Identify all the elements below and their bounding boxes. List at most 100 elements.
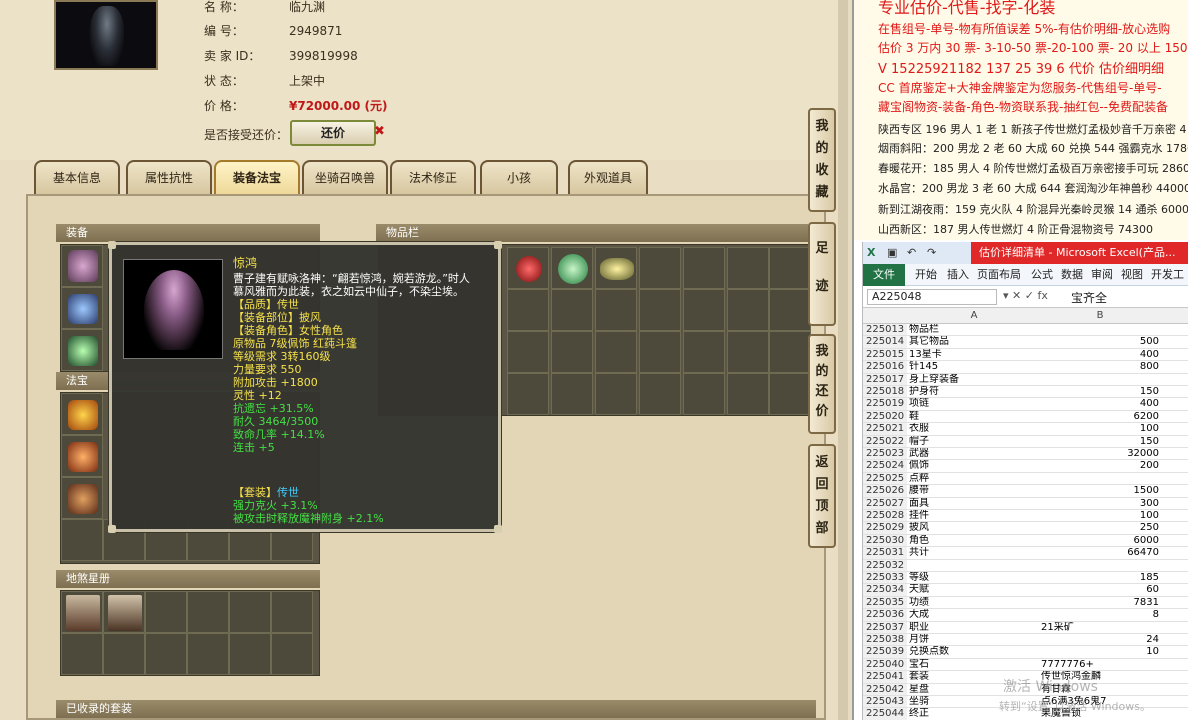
formula-input[interactable]: 宝齐全 — [1071, 289, 1107, 306]
cell-a[interactable]: 挂件 — [909, 510, 1039, 522]
menu-review[interactable]: 审阅 — [1091, 264, 1113, 286]
cell-b[interactable]: 66470 — [1041, 547, 1159, 559]
table-row[interactable]: 225015 13星卡 400 — [863, 348, 1188, 362]
cell-a[interactable]: 佩饰 — [909, 460, 1039, 472]
menu-developer[interactable]: 开发工 — [1151, 264, 1184, 286]
menu-insert[interactable]: 插入 — [947, 264, 969, 286]
inventory-slot-2[interactable] — [551, 247, 593, 289]
table-row[interactable]: 225021 衣服 100 — [863, 423, 1188, 436]
cell-a[interactable]: 职业 — [909, 622, 1039, 634]
row-number[interactable]: 225035 — [863, 596, 907, 609]
tab-spells[interactable]: 法术修正 — [390, 160, 476, 194]
table-row[interactable]: 225023 武器 32000 — [863, 448, 1188, 461]
cell-a[interactable]: 武器 — [909, 448, 1039, 460]
undo-icon[interactable]: ↶ — [907, 246, 916, 259]
cell-b[interactable]: 32000 — [1041, 448, 1159, 460]
equip-slot-3[interactable] — [61, 329, 103, 371]
cell-b[interactable]: 300 — [1041, 498, 1159, 510]
table-row[interactable]: 225020 鞋 6200 — [863, 410, 1188, 424]
cell-a[interactable]: 针145 — [909, 361, 1039, 373]
table-row[interactable]: 225035 功绩 7831 — [863, 596, 1188, 610]
row-number[interactable]: 225036 — [863, 609, 907, 621]
row-number[interactable]: 225018 — [863, 386, 907, 398]
cell-b[interactable]: 10 — [1041, 646, 1159, 658]
row-number[interactable]: 225026 — [863, 485, 907, 497]
cell-b[interactable]: 250 — [1041, 522, 1159, 534]
row-number[interactable]: 225039 — [863, 646, 907, 658]
table-row[interactable]: 225029 披风 250 — [863, 522, 1188, 535]
equip-slot-2[interactable] — [61, 287, 103, 329]
row-number[interactable]: 225030 — [863, 534, 907, 547]
cell-b[interactable]: 100 — [1041, 510, 1159, 522]
table-row[interactable]: 225026 腰带 1500 — [863, 485, 1188, 498]
row-number[interactable]: 225033 — [863, 572, 907, 584]
cell-b[interactable]: 7831 — [1041, 597, 1159, 609]
cell-a[interactable]: 功绩 — [909, 597, 1039, 609]
table-row[interactable]: 225027 面具 300 — [863, 497, 1188, 510]
row-number[interactable]: 225022 — [863, 435, 907, 447]
cell-a[interactable]: 13星卡 — [909, 349, 1039, 361]
row-number[interactable]: 225041 — [863, 671, 907, 683]
counter-offer-button[interactable]: 还价 — [290, 120, 376, 146]
cell-b[interactable]: 100 — [1041, 423, 1159, 435]
treasure-slot-2[interactable] — [61, 435, 103, 477]
row-number[interactable]: 225042 — [863, 683, 907, 695]
row-number[interactable]: 225040 — [863, 658, 907, 671]
cell-a[interactable]: 点粹 — [909, 473, 1039, 485]
cell-a[interactable]: 项链 — [909, 398, 1039, 410]
cell-a[interactable]: 衣服 — [909, 423, 1039, 435]
table-row[interactable]: 225030 角色 6000 — [863, 534, 1188, 548]
row-number[interactable]: 225025 — [863, 472, 907, 485]
cell-b[interactable]: 21采矿 — [1041, 622, 1159, 634]
cell-b[interactable]: 185 — [1041, 572, 1159, 584]
row-number[interactable]: 225044 — [863, 708, 907, 720]
tab-mounts-pets[interactable]: 坐骑召唤兽 — [302, 160, 388, 194]
name-box[interactable]: A225048 — [867, 289, 997, 305]
cell-b[interactable]: 400 — [1041, 398, 1159, 410]
cell-a[interactable]: 鞋 — [909, 411, 1039, 423]
cell-b[interactable]: 400 — [1041, 349, 1159, 361]
tab-child[interactable]: 小孩 — [480, 160, 558, 194]
row-number[interactable]: 225015 — [863, 348, 907, 361]
cell-b[interactable]: 150 — [1041, 436, 1159, 448]
cell-b[interactable]: 7777776+ — [1041, 659, 1159, 671]
my-favorites-button[interactable]: 我的收藏 — [808, 108, 836, 212]
table-row[interactable]: 225016 针145 800 — [863, 361, 1188, 374]
cell-a[interactable]: 宝石 — [909, 659, 1039, 671]
menu-page-layout[interactable]: 页面布局 — [977, 264, 1021, 286]
cell-a[interactable]: 兑换点数 — [909, 646, 1039, 658]
menu-home[interactable]: 开始 — [915, 264, 937, 286]
table-row[interactable]: 225031 共计 66470 — [863, 547, 1188, 560]
menu-view[interactable]: 视图 — [1121, 264, 1143, 286]
cell-b[interactable]: 6000 — [1041, 535, 1159, 547]
tab-equipment[interactable]: 装备法宝 — [214, 160, 300, 194]
menu-data[interactable]: 数据 — [1061, 264, 1083, 286]
menu-formulas[interactable]: 公式 — [1031, 264, 1053, 286]
row-number[interactable]: 225013 — [863, 324, 907, 336]
table-row[interactable]: 225039 兑换点数 10 — [863, 646, 1188, 659]
row-number[interactable]: 225016 — [863, 361, 907, 373]
row-number[interactable]: 225017 — [863, 373, 907, 385]
table-row[interactable]: 225019 项链 400 — [863, 398, 1188, 411]
cell-a[interactable]: 天赋 — [909, 584, 1039, 596]
menu-file[interactable]: 文件 — [863, 264, 905, 286]
star-card-1[interactable] — [61, 591, 103, 633]
redo-icon[interactable]: ↷ — [927, 246, 936, 259]
row-number[interactable]: 225027 — [863, 497, 907, 509]
cell-a[interactable]: 角色 — [909, 535, 1039, 547]
table-row[interactable]: 225037 职业 21采矿 — [863, 621, 1188, 634]
table-row[interactable]: 225013 物品栏 — [863, 324, 1188, 337]
row-number[interactable]: 225014 — [863, 336, 907, 348]
my-offers-button[interactable]: 我的还价 — [808, 334, 836, 434]
cell-a[interactable]: 等级 — [909, 572, 1039, 584]
formula-fx-icon[interactable]: ▾ ✕ ✓ fx — [1003, 289, 1048, 302]
treasure-slot-3[interactable] — [61, 477, 103, 519]
cell-a[interactable]: 面具 — [909, 498, 1039, 510]
cell-a[interactable]: 其它物品 — [909, 336, 1039, 348]
column-header-b[interactable]: B — [1041, 308, 1159, 324]
row-number[interactable]: 225028 — [863, 510, 907, 522]
table-row[interactable]: 225025 点粹 — [863, 472, 1188, 486]
row-number[interactable]: 225024 — [863, 460, 907, 472]
cell-b[interactable]: 8 — [1041, 609, 1159, 621]
cell-a[interactable]: 帽子 — [909, 436, 1039, 448]
